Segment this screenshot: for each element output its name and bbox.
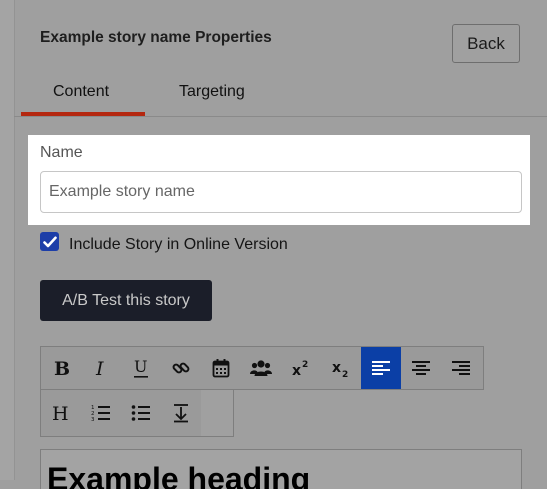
page-title: Example story name Properties [40, 29, 272, 46]
editor-content[interactable]: Example heading [40, 449, 522, 489]
svg-text:3: 3 [91, 417, 95, 423]
ab-test-button[interactable]: A/B Test this story [40, 280, 212, 321]
svg-text:H: H [52, 403, 69, 423]
tab-targeting[interactable]: Targeting [179, 83, 245, 101]
name-label: Name [40, 144, 83, 161]
include-online-checkbox[interactable] [40, 232, 59, 251]
unordered-list-icon[interactable] [121, 390, 161, 436]
tab-divider [14, 116, 547, 117]
underline-icon[interactable]: U [121, 347, 161, 389]
insert-break-icon[interactable] [161, 390, 201, 436]
svg-text:x: x [332, 360, 341, 376]
users-icon[interactable] [241, 347, 281, 389]
calendar-icon[interactable] [201, 347, 241, 389]
svg-text:I: I [95, 358, 104, 378]
link-icon[interactable] [161, 347, 201, 389]
heading-icon[interactable]: H [41, 390, 81, 436]
align-left-icon[interactable] [361, 347, 401, 389]
svg-text:x: x [292, 363, 301, 378]
left-rail [0, 0, 15, 480]
name-input[interactable] [40, 171, 522, 213]
editor-toolbar: B I U x2 x2 [40, 346, 484, 390]
tab-content[interactable]: Content [53, 83, 109, 101]
italic-icon[interactable]: I [81, 347, 121, 389]
subscript-icon[interactable]: x2 [321, 347, 361, 389]
active-tab-indicator [21, 112, 145, 116]
include-online-label: Include Story in Online Version [69, 236, 288, 253]
svg-text:U: U [134, 357, 147, 376]
back-button[interactable]: Back [452, 24, 520, 63]
svg-text:B: B [54, 358, 70, 378]
editor-heading: Example heading [47, 461, 311, 489]
svg-text:2: 2 [342, 370, 348, 378]
checkmark-icon [42, 236, 57, 247]
superscript-icon[interactable]: x2 [281, 347, 321, 389]
editor-toolbar-row2: H 1 2 3 [40, 390, 234, 437]
bold-icon[interactable]: B [41, 347, 81, 389]
svg-text:2: 2 [302, 360, 308, 370]
ordered-list-icon[interactable]: 1 2 3 [81, 390, 121, 436]
align-center-icon[interactable] [401, 347, 441, 389]
align-right-icon[interactable] [441, 347, 481, 389]
